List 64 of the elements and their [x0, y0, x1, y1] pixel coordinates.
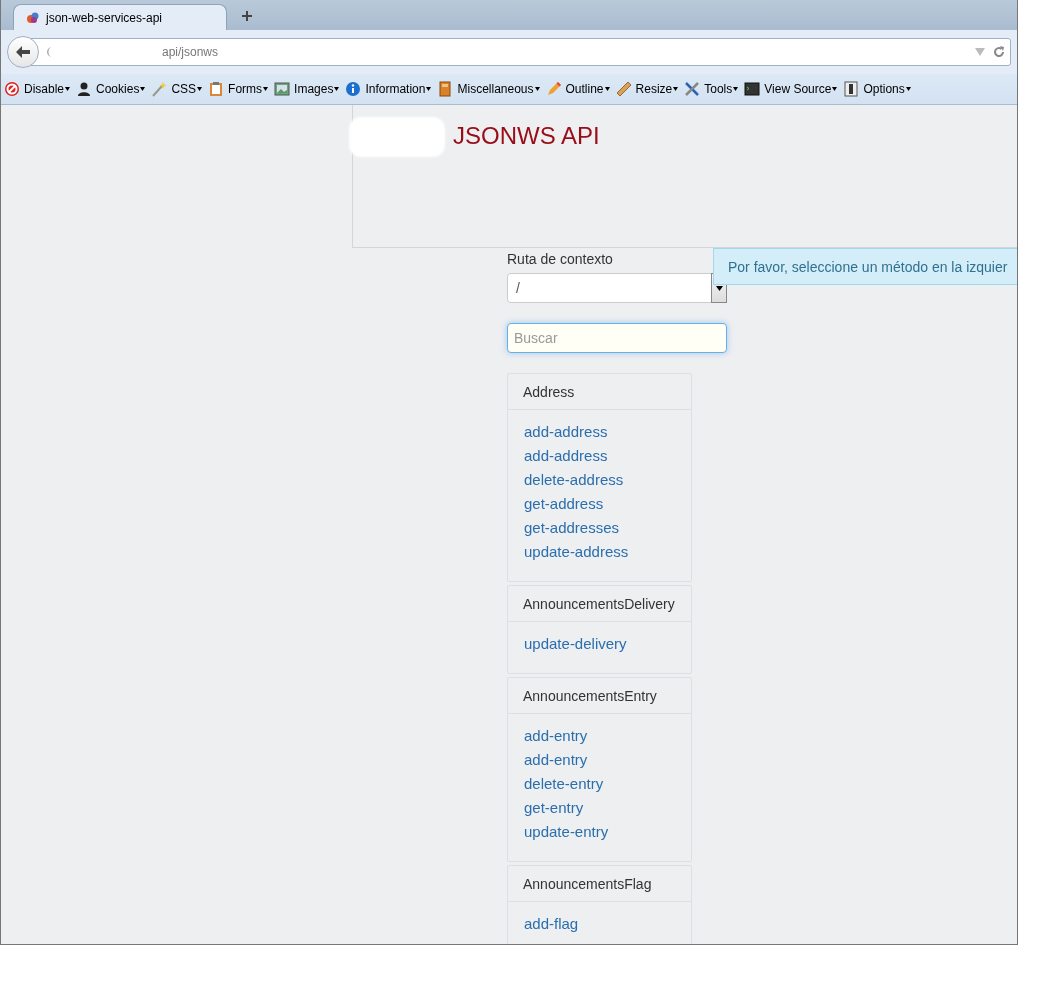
clipboard-icon: [208, 81, 225, 97]
favicon-icon: [26, 10, 40, 25]
ruler-icon: [615, 81, 632, 97]
toolbar-menu-button[interactable]: View Source: [744, 81, 838, 97]
reload-icon[interactable]: [992, 45, 1006, 59]
options-icon: [843, 81, 860, 97]
caret-icon: [197, 87, 203, 91]
toolbar-menu-button[interactable]: Resize: [615, 81, 679, 97]
method-link[interactable]: add-entry: [524, 748, 588, 772]
toolbar-menu-button[interactable]: Disable: [4, 81, 71, 97]
caret-icon: [604, 87, 610, 91]
method-link[interactable]: add-address: [524, 420, 608, 444]
method-link[interactable]: delete-address: [524, 468, 624, 492]
method-link[interactable]: add-entry: [524, 724, 588, 748]
pencil-icon: [545, 81, 562, 97]
browser-tab[interactable]: json-web-services-api: [13, 4, 227, 30]
service-name: AnnouncementsEntry: [508, 678, 691, 714]
caret-icon: [733, 87, 739, 91]
method-link[interactable]: add-flag: [524, 912, 579, 936]
toolbar-menu-button[interactable]: Forms: [208, 81, 269, 97]
image-icon: [274, 81, 291, 97]
method-link[interactable]: get-addresses: [524, 516, 620, 540]
toolbar-menu-button[interactable]: Outline: [545, 81, 610, 97]
page-title: JSONWS API: [453, 122, 600, 150]
back-button[interactable]: [7, 36, 39, 68]
caret-icon: [905, 87, 911, 91]
toolbar-menu-button[interactable]: Information: [345, 81, 432, 97]
book-icon: [437, 81, 454, 97]
search-field[interactable]: Buscar: [507, 323, 727, 353]
info-alert: Por favor, seleccione un método en la izquier: [713, 248, 1017, 285]
caret-icon: [673, 87, 679, 91]
toolbar-menu-button[interactable]: Cookies: [76, 81, 146, 97]
service-name: AnnouncementsDelivery: [508, 586, 691, 622]
method-link[interactable]: update-entry: [524, 820, 609, 844]
terminal-icon: [744, 81, 761, 97]
method-link[interactable]: update-delivery: [524, 632, 627, 656]
caret-icon: [65, 87, 71, 91]
stop-icon: [4, 81, 20, 97]
wand-icon: [151, 81, 168, 97]
context-label: Ruta de contexto: [507, 251, 614, 267]
service-name: AnnouncementsFlag: [508, 866, 691, 902]
person-icon: [76, 81, 93, 97]
method-link[interactable]: update-address: [524, 540, 629, 564]
back-arrow-icon: [15, 45, 31, 59]
caret-icon: [263, 87, 269, 91]
toolbar-menu-button[interactable]: CSS: [151, 81, 203, 97]
method-link[interactable]: delete-entry: [524, 772, 604, 796]
caret-icon: [426, 87, 432, 91]
service-name: Address: [508, 374, 691, 410]
method-link[interactable]: add-address: [524, 444, 608, 468]
method-link[interactable]: get-entry: [524, 796, 584, 820]
caret-icon: [832, 87, 838, 91]
toolbar-menu-button[interactable]: Options: [843, 81, 911, 97]
info-icon: [345, 81, 362, 97]
caret-icon: [534, 87, 540, 91]
tools-icon: [684, 81, 701, 97]
new-tab-icon[interactable]: [241, 10, 253, 22]
toolbar-menu-button[interactable]: Miscellaneous: [437, 81, 540, 97]
toolbar-menu-button[interactable]: Images: [274, 81, 340, 97]
caret-icon: [334, 87, 340, 91]
context-select[interactable]: /: [507, 273, 726, 303]
method-link[interactable]: get-address: [524, 492, 604, 516]
caret-icon: [140, 87, 146, 91]
toolbar-menu-button[interactable]: Tools: [684, 81, 739, 97]
